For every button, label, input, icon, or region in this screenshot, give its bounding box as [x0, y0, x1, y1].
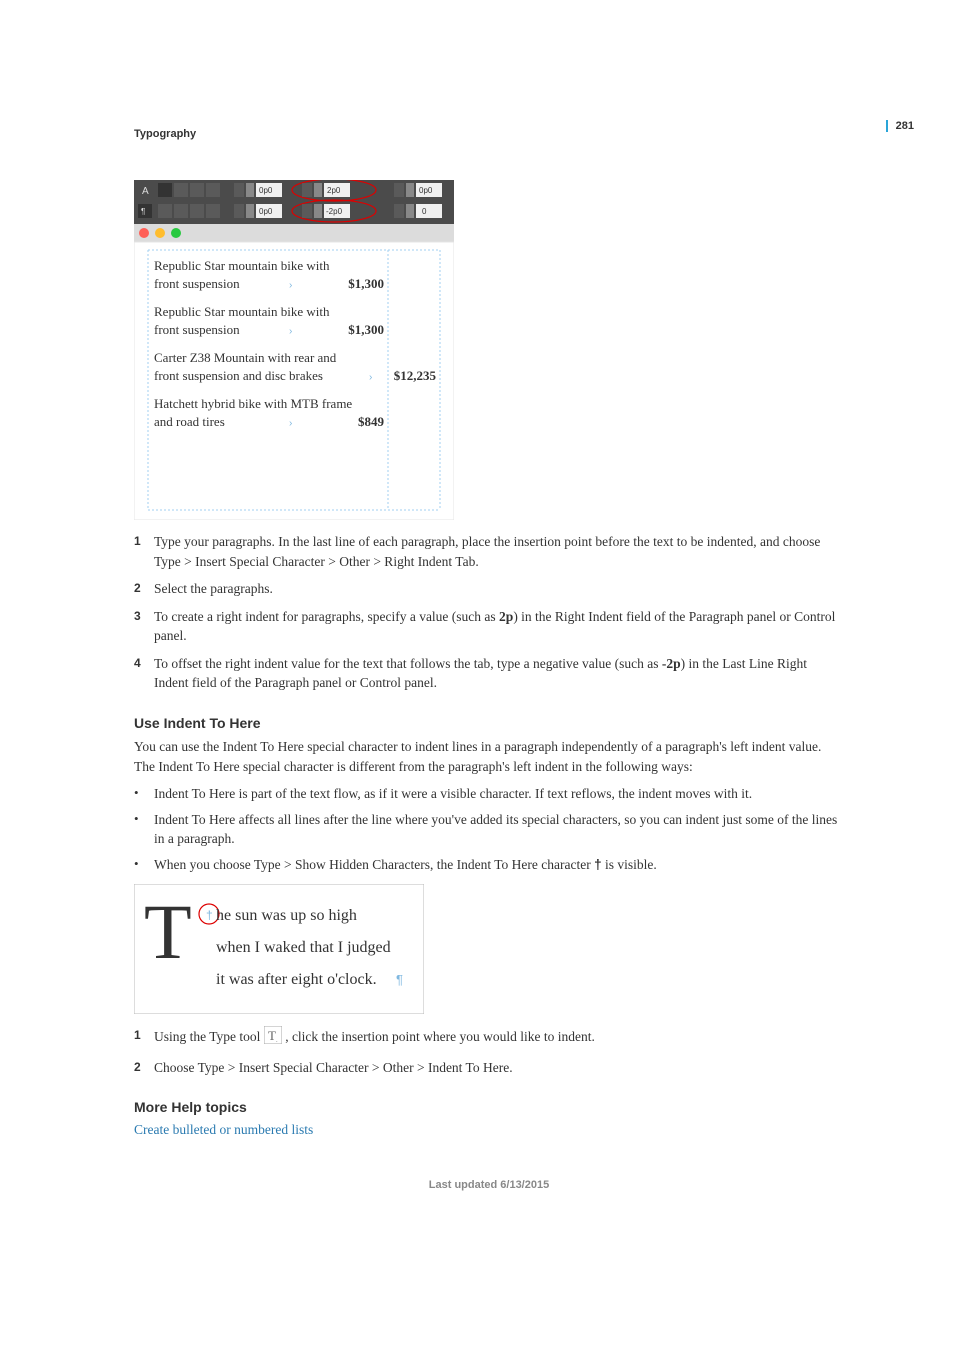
svg-text:T: T — [144, 888, 192, 975]
svg-text:0: 0 — [422, 207, 427, 216]
svg-text:¶: ¶ — [396, 972, 403, 987]
more-help-heading: More Help topics — [134, 1099, 844, 1115]
step-number: 4 — [134, 654, 154, 672]
svg-text:†: † — [206, 908, 213, 922]
bullet-list: Indent To Here is part of the text flow,… — [134, 784, 844, 874]
step-number: 3 — [134, 607, 154, 625]
svg-text:and road tires: and road tires — [154, 414, 225, 429]
list-item: Indent To Here affects all lines after t… — [134, 810, 844, 849]
svg-text:›: › — [369, 372, 372, 383]
step-number: 2 — [134, 579, 154, 597]
step-item: 1 Using the Type tool T . , click the in… — [134, 1026, 844, 1050]
svg-text:0p0: 0p0 — [259, 186, 273, 195]
svg-text:front suspension: front suspension — [154, 276, 240, 291]
svg-text:-2p0: -2p0 — [326, 207, 343, 216]
type-tool-icon: T . — [264, 1026, 282, 1050]
traffic-min-icon — [155, 228, 165, 238]
svg-text:Republic Star mountain bike wi: Republic Star mountain bike with — [154, 258, 330, 273]
step-item: 1 Type your paragraphs. In the last line… — [134, 532, 844, 571]
svg-text:¶: ¶ — [141, 207, 145, 216]
svg-text:$1,300: $1,300 — [348, 276, 384, 291]
page-number: 281 — [886, 120, 914, 132]
svg-text:front suspension and disc brak: front suspension and disc brakes — [154, 368, 323, 383]
step-item: 2 Select the paragraphs. — [134, 579, 844, 599]
svg-text:$1,300: $1,300 — [348, 322, 384, 337]
step-text: Choose Type > Insert Special Character >… — [154, 1058, 844, 1078]
svg-text:it was after eight o'clock.: it was after eight o'clock. — [216, 971, 377, 988]
svg-text:0p0: 0p0 — [259, 207, 273, 216]
list-item: When you choose Type > Show Hidden Chara… — [134, 855, 844, 875]
help-link[interactable]: Create bulleted or numbered lists — [134, 1122, 313, 1137]
step-text: Using the Type tool T . , click the inse… — [154, 1026, 844, 1050]
subhead-indent-to-here: Use Indent To Here — [134, 715, 844, 731]
character-mode-icon: A — [142, 186, 149, 197]
svg-text:2p0: 2p0 — [327, 186, 341, 195]
step-item: 3 To create a right indent for paragraph… — [134, 607, 844, 646]
traffic-close-icon — [139, 228, 149, 238]
svg-text:›: › — [289, 326, 292, 337]
svg-text:he sun was up so high: he sun was up so high — [216, 907, 357, 924]
traffic-zoom-icon — [171, 228, 181, 238]
step-number: 1 — [134, 532, 154, 550]
svg-text:T: T — [268, 1028, 276, 1043]
steps-right-indent: 1 Type your paragraphs. In the last line… — [134, 532, 844, 693]
svg-text:›: › — [289, 418, 292, 429]
svg-text:Republic Star mountain bike wi: Republic Star mountain bike with — [154, 304, 330, 319]
step-text: Type your paragraphs. In the last line o… — [154, 532, 844, 571]
svg-text:front suspension: front suspension — [154, 322, 240, 337]
running-header: Typography — [134, 128, 844, 140]
svg-text:Hatchett hybrid bike with MTB: Hatchett hybrid bike with MTB frame — [154, 396, 352, 411]
figure-right-indent-example: A 0p0 2p0 0p0 ¶ — [134, 180, 844, 520]
step-number: 2 — [134, 1058, 154, 1076]
svg-text:$12,235: $12,235 — [394, 368, 437, 383]
svg-text:Carter Z38 Mountain with rear: Carter Z38 Mountain with rear and — [154, 350, 337, 365]
svg-text:›: › — [289, 280, 292, 291]
indent-to-here-icon: † — [594, 857, 602, 872]
step-item: 4 To offset the right indent value for t… — [134, 654, 844, 693]
list-item: Indent To Here is part of the text flow,… — [134, 784, 844, 804]
step-text: To offset the right indent value for the… — [154, 654, 844, 693]
last-updated-footer: Last updated 6/13/2015 — [134, 1179, 844, 1191]
step-number: 1 — [134, 1026, 154, 1044]
steps-indent-to-here: 1 Using the Type tool T . , click the in… — [134, 1026, 844, 1077]
step-text: Select the paragraphs. — [154, 579, 844, 599]
figure-indent-to-here-example: T † he sun was up so high when I waked t… — [134, 884, 844, 1014]
step-item: 2 Choose Type > Insert Special Character… — [134, 1058, 844, 1078]
svg-text:when I waked that I judged: when I waked that I judged — [216, 939, 391, 956]
body-paragraph: You can use the Indent To Here special c… — [134, 737, 844, 776]
svg-text:0p0: 0p0 — [419, 186, 433, 195]
step-text: To create a right indent for paragraphs,… — [154, 607, 844, 646]
svg-text:$849: $849 — [358, 414, 385, 429]
